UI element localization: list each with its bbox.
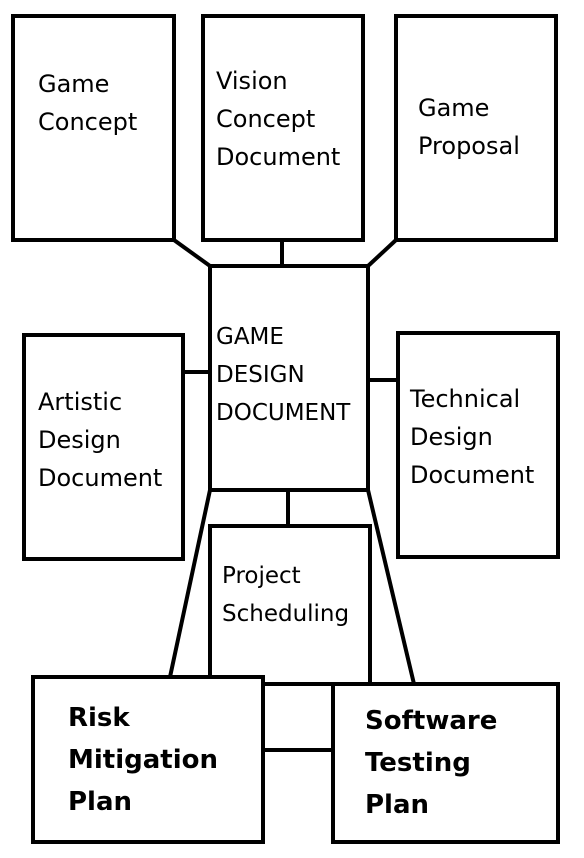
connector-game-concept-to-gdd <box>171 237 213 269</box>
diagram-canvas: Project Scheduling Game Concept Vision C… <box>0 0 584 858</box>
risk-mitigation-plan-label: Risk Mitigation Plan <box>68 703 218 817</box>
vision-concept-document-label: Vision Concept Document <box>216 67 341 171</box>
software-testing-plan-label: Software Testing Plan <box>365 706 498 820</box>
project-scheduling-label: Project Scheduling <box>222 563 350 627</box>
game-proposal-label: Game Proposal <box>418 94 520 160</box>
artistic-design-document-label: Artistic Design Document <box>38 388 163 492</box>
technical-design-document-label: Technical Design Document <box>410 385 535 489</box>
game-design-document-label: GAME DESIGN DOCUMENT <box>216 324 351 426</box>
game-concept-label: Game Concept <box>38 70 138 136</box>
connector-proposal-to-gdd <box>365 237 399 269</box>
